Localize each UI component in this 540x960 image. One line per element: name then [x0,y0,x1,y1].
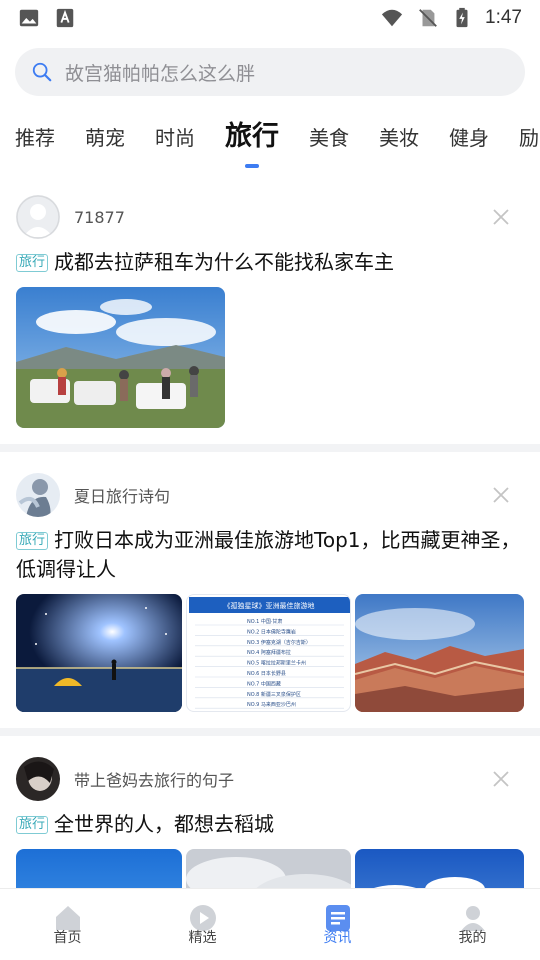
card-divider [0,728,540,736]
ranking-row: NO.1 中国·甘肃 [247,618,282,625]
image-icon [19,9,39,27]
nav-profile[interactable]: 我的 [405,889,540,960]
tab-travel[interactable]: 旅行 [225,112,279,162]
tab-inspiration[interactable]: 励志 [519,112,540,164]
ranking-row: NO.2 日本佛陀寺鹰岩 [247,628,296,635]
ranking-row: NO.8 新疆三叉泉保护区 [247,691,301,698]
battery-charging-icon [456,7,468,28]
nav-home[interactable]: 首页 [0,889,135,960]
scenery-cars-photo[interactable] [16,287,225,428]
author-name[interactable]: 带上爸妈去旅行的句子 [74,767,234,791]
author-name[interactable]: 71877 [74,208,125,227]
search-input[interactable]: 故宫猫帕帕怎么这么胖 [65,59,255,86]
avatar[interactable] [16,757,60,801]
ranking-row: NO.9 马来西亚沙巴州 [247,701,296,708]
search-icon [32,62,52,82]
no-sim-icon [419,9,437,27]
close-icon[interactable] [492,208,510,226]
nav-news[interactable]: 资讯 [270,889,405,960]
cloudy-sky-photo[interactable] [186,849,351,888]
tab-pets[interactable]: 萌宠 [85,112,125,164]
ranking-list-image[interactable]: 《孤独星球》亚洲最佳旅游地 NO.1 中国·甘肃 NO.2 日本佛陀寺鹰岩 NO.3… [186,594,351,712]
starry-night-photo[interactable] [16,594,182,712]
keyboard-a-icon [56,8,74,28]
feed-card[interactable]: 夏日旅行诗句 旅行打败日本成为亚洲最佳旅游地Top1，比西藏更神圣，低调得让人 [0,452,540,728]
ranking-heading: 《孤独星球》亚洲最佳旅游地 [224,601,315,610]
blue-sky-photo[interactable] [16,849,182,888]
tab-makeup[interactable]: 美妆 [379,112,419,164]
tab-food[interactable]: 美食 [309,112,349,164]
tab-recommend[interactable]: 推荐 [15,112,55,164]
news-feed: 71877 旅行 成都去拉萨租车为什么不能找私家车主 夏日旅行诗句 旅行 打败日… [0,178,540,888]
card-divider [0,444,540,452]
wifi-icon [381,9,403,27]
feed-card[interactable]: 71877 旅行 成都去拉萨租车为什么不能找私家车主 [0,178,540,444]
tab-fashion[interactable]: 时尚 [155,112,195,164]
ranking-row: NO.7 中国西藏 [247,680,281,687]
close-icon[interactable] [492,770,510,788]
red-mountains-photo[interactable] [355,594,524,712]
ranking-row: NO.4 阿塞拜疆布拉 [247,649,291,656]
ranking-rows: NO.1 中国·甘肃 NO.2 日本佛陀寺鹰岩 NO.3 伊塞克湖（吉尔吉斯） NO.… [195,618,344,709]
ranking-row: NO.3 伊塞克湖（吉尔吉斯） [247,639,311,646]
category-tag: 旅行 [16,532,49,550]
tab-fitness[interactable]: 健身 [449,112,489,164]
search-bar[interactable]: 故宫猫帕帕怎么这么胖 [15,48,525,96]
article-title[interactable]: 旅行 打败日本成为亚洲最佳旅游地Top1，比西藏更神圣，低调得让人 [16,526,524,584]
nav-featured[interactable]: 精选 [135,889,270,960]
category-tag: 旅行 [16,254,49,272]
bottom-nav: 首页 精选 资讯 我的 [0,888,540,960]
article-title[interactable]: 旅行 成都去拉萨租车为什么不能找私家车主 [16,248,524,277]
author-name[interactable]: 夏日旅行诗句 [74,483,170,507]
avatar[interactable] [16,195,60,239]
article-title[interactable]: 旅行 全世界的人，都想去稻城 [16,810,524,839]
ranking-row: NO.5 喀拉拉邦斯里兰卡州 [247,660,306,667]
status-bar: 1:47 [0,0,540,36]
clock: 1:47 [485,7,522,28]
blue-clouds-photo[interactable] [355,849,524,888]
category-tabs: 推荐 萌宠 时尚 旅行 美食 美妆 健身 励志 [15,112,540,170]
category-tag: 旅行 [16,816,49,834]
avatar[interactable] [16,473,60,517]
ranking-row: NO.6 日本长野县 [247,670,286,677]
feed-card[interactable]: 带上爸妈去旅行的句子 旅行 全世界的人，都想去稻城 [0,736,540,888]
close-icon[interactable] [492,486,510,504]
